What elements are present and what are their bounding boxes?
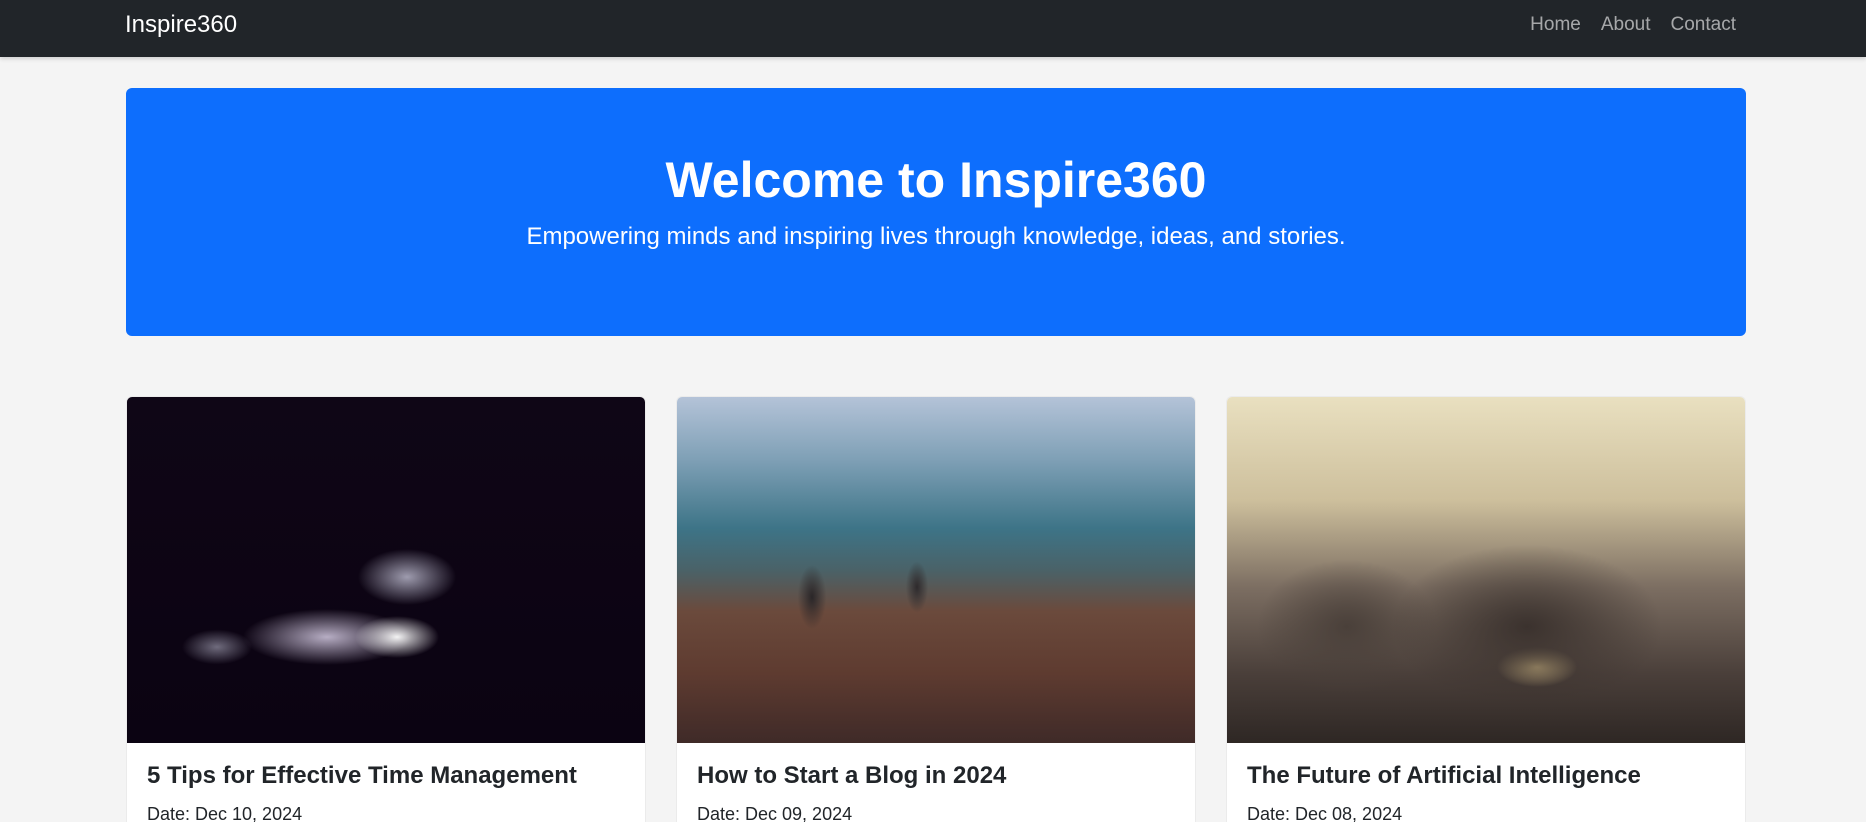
brand-link[interactable]: Inspire360 <box>125 10 237 40</box>
post-card-body: The Future of Artificial Intelligence Da… <box>1227 743 1745 822</box>
navbar: Inspire360 Home About Contact <box>0 0 1866 57</box>
post-card-body: 5 Tips for Effective Time Management Dat… <box>127 743 645 822</box>
post-cards: 5 Tips for Effective Time Management Dat… <box>126 396 1746 822</box>
nav-link-contact[interactable]: Contact <box>1671 12 1736 38</box>
post-image-car[interactable] <box>1227 397 1745 743</box>
post-image-field[interactable] <box>677 397 1195 743</box>
nav-links: Home About Contact <box>1530 12 1736 38</box>
post-title[interactable]: The Future of Artificial Intelligence <box>1247 761 1725 791</box>
hero-title: Welcome to Inspire360 <box>665 152 1207 208</box>
nav-link-home[interactable]: Home <box>1530 12 1581 38</box>
hero-banner: Welcome to Inspire360 Empowering minds a… <box>126 88 1746 336</box>
post-card-body: How to Start a Blog in 2024 Date: Dec 09… <box>677 743 1195 822</box>
post-date: Date: Dec 10, 2024 <box>147 804 303 822</box>
hero-subtitle: Empowering minds and inspiring lives thr… <box>526 223 1346 250</box>
post-card[interactable]: The Future of Artificial Intelligence Da… <box>1226 396 1746 822</box>
post-card[interactable]: 5 Tips for Effective Time Management Dat… <box>126 396 646 822</box>
post-title[interactable]: 5 Tips for Effective Time Management <box>147 761 625 791</box>
post-title[interactable]: How to Start a Blog in 2024 <box>697 761 1175 791</box>
post-date: Date: Dec 08, 2024 <box>1247 804 1403 822</box>
post-image-smoke[interactable] <box>127 397 645 743</box>
nav-link-about[interactable]: About <box>1601 12 1651 38</box>
post-date: Date: Dec 09, 2024 <box>697 804 853 822</box>
post-card[interactable]: How to Start a Blog in 2024 Date: Dec 09… <box>676 396 1196 822</box>
